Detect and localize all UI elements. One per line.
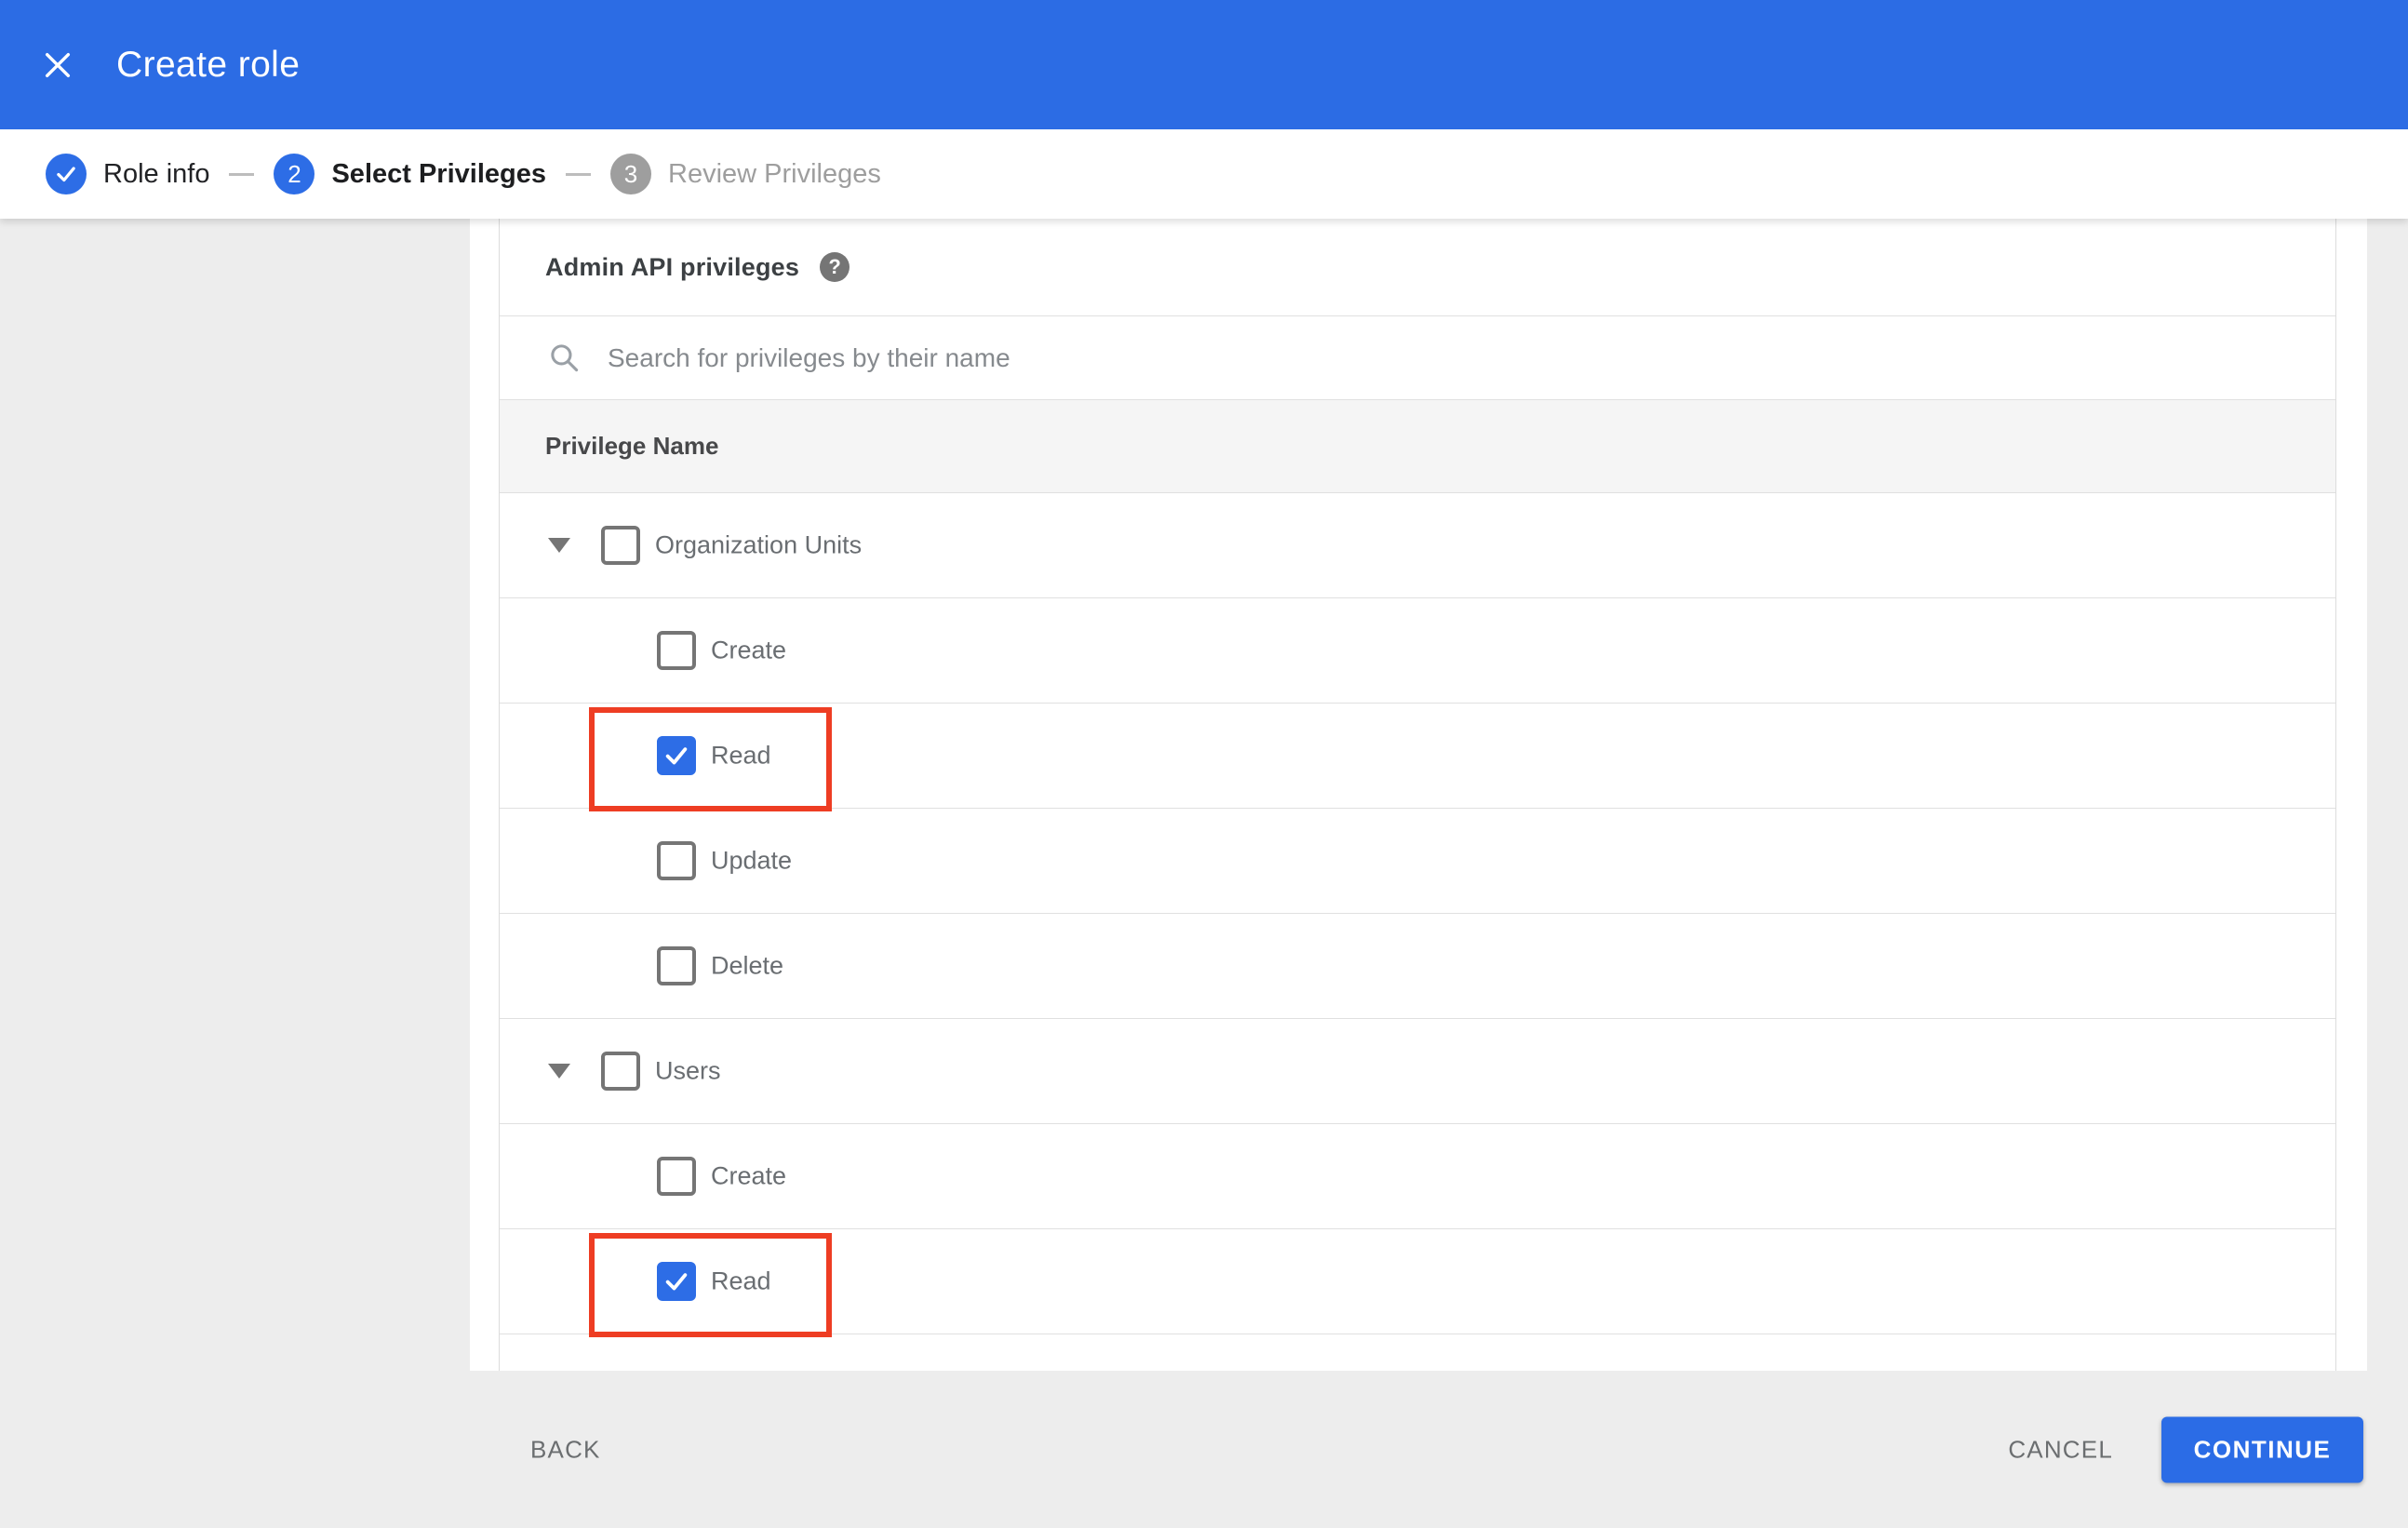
step-role-info[interactable]: Role info [46,154,209,194]
privilege-row[interactable]: Users [500,1019,2335,1124]
panel-title: Admin API privileges [545,252,800,281]
expand-arrow-icon[interactable] [548,1064,570,1079]
checkbox[interactable] [657,1262,696,1301]
dialog-title: Create role [116,44,301,85]
step-label: Role info [103,158,210,189]
expand-arrow-icon[interactable] [548,538,570,553]
search-row [500,316,2335,400]
footer: BACK CANCEL CONTINUE [0,1371,2408,1528]
privilege-label: Users [655,1056,721,1085]
privilege-rows: Organization Units Create Read Update De… [500,493,2335,1337]
checkbox[interactable] [657,736,696,775]
privilege-label: Organization Units [655,530,863,559]
content-card: Admin API privileges ? Privilege Name Or… [470,219,2367,1371]
step-review-privileges: 3 Review Privileges [610,154,881,194]
step-connector [566,172,591,176]
checkbox[interactable] [601,1052,640,1091]
privilege-row[interactable]: Read [500,1229,2335,1337]
privilege-label: Delete [711,951,784,980]
privilege-row[interactable]: Update [500,809,2335,914]
close-icon[interactable] [41,48,74,82]
step-connector [229,172,255,176]
table-header: Privilege Name [500,400,2335,493]
privilege-row[interactable]: Read [500,704,2335,811]
checkbox[interactable] [657,1157,696,1196]
checkbox[interactable] [657,946,696,985]
privilege-row[interactable]: Delete [500,914,2335,1019]
privilege-label: Create [711,636,787,664]
step-label: Review Privileges [668,158,881,189]
back-button[interactable]: BACK [530,1435,601,1464]
help-icon[interactable]: ? [820,252,850,282]
appbar: Create role [0,0,2408,129]
privileges-table: Admin API privileges ? Privilege Name Or… [499,219,2336,1371]
privilege-label: Create [711,1161,787,1190]
stepper: Role info 2 Select Privileges 3 Review P… [0,129,2408,219]
step-complete-check-icon [46,154,87,194]
footer-actions: CANCEL CONTINUE [2008,1416,2363,1482]
step-number: 2 [274,154,315,194]
privilege-label: Read [711,741,771,770]
continue-button[interactable]: CONTINUE [2161,1416,2363,1482]
column-header-privilege-name: Privilege Name [545,432,719,460]
privilege-row[interactable]: Create [500,598,2335,704]
step-select-privileges[interactable]: 2 Select Privileges [274,154,546,194]
search-icon [551,344,579,372]
privilege-row[interactable]: Create [500,1124,2335,1229]
privilege-label: Update [711,846,793,875]
checkbox[interactable] [657,631,696,670]
checkbox[interactable] [601,526,640,565]
privilege-label: Read [711,1267,771,1295]
search-input[interactable] [608,342,2003,373]
step-number: 3 [610,154,651,194]
step-label: Select Privileges [331,158,546,189]
privilege-row[interactable]: Organization Units [500,493,2335,598]
checkbox[interactable] [657,841,696,880]
panel-title-row: Admin API privileges ? [500,219,2335,316]
cancel-button[interactable]: CANCEL [2008,1435,2113,1464]
